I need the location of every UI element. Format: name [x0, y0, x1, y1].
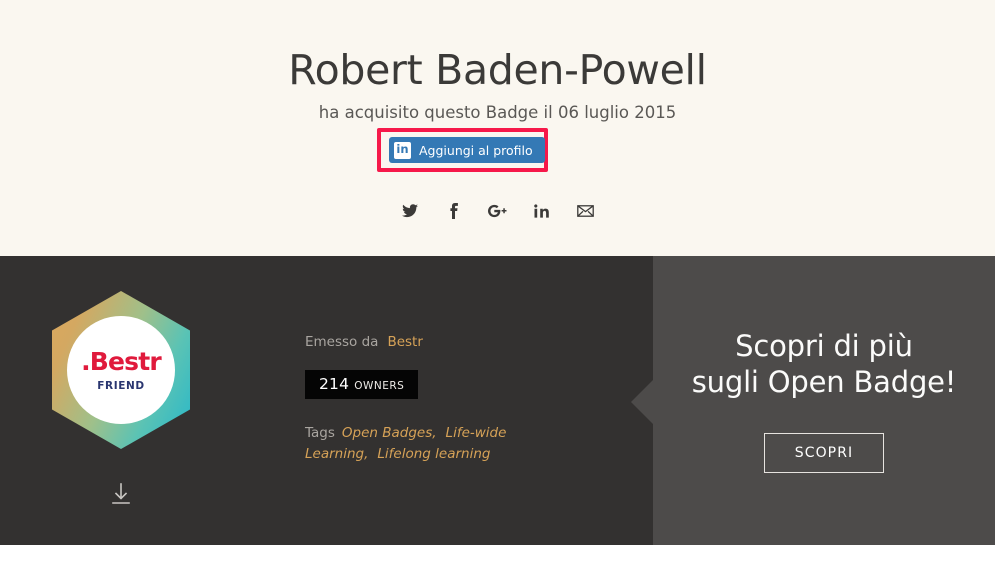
issuer-link[interactable]: Bestr: [387, 334, 422, 350]
badge-page: Robert Baden-Powell ha acquisito questo …: [0, 0, 995, 564]
download-icon[interactable]: [107, 480, 135, 508]
badge-level-text: FRIEND: [97, 379, 145, 392]
twitter-icon[interactable]: [399, 198, 421, 224]
panel-notch-arrow: [631, 380, 653, 424]
promo-panel: Scopri di più sugli Open Badge! SCOPRI: [653, 256, 995, 545]
badge-image[interactable]: .Bestr FRIEND: [52, 291, 190, 449]
social-share-row: [0, 198, 995, 224]
promo-title: Scopri di più sugli Open Badge!: [691, 328, 957, 401]
add-to-linkedin-profile-button[interactable]: in Aggiungi al profilo: [389, 137, 545, 163]
tags-row: Tags Open Badges, Life-wide Learning, Lifel…: [305, 423, 625, 465]
issued-by-row: Emesso da Bestr: [305, 334, 625, 350]
promo-title-line-1: Scopri di più: [735, 328, 913, 363]
badge-brand-text: .Bestr: [81, 346, 162, 376]
promo-title-line-2: sugli Open Badge!: [691, 365, 957, 399]
badge-detail-panel: .Bestr FRIEND Emesso da Bestr 214 OWNERS: [0, 256, 653, 545]
tag-link[interactable]: Lifelong learning: [377, 446, 490, 462]
badge-meta: Emesso da Bestr 214 OWNERS Tags Open Badg…: [305, 334, 625, 465]
promo-content: Scopri di più sugli Open Badge! SCOPRI: [653, 256, 995, 545]
tags-label: Tags: [305, 425, 335, 441]
issued-by-label: Emesso da: [305, 334, 379, 350]
google-plus-icon[interactable]: [487, 198, 509, 224]
email-icon[interactable]: [575, 198, 597, 224]
discover-button[interactable]: SCOPRI: [763, 433, 885, 474]
owners-count: 214: [319, 375, 350, 393]
linkedin-icon: in: [394, 141, 411, 159]
owners-badge[interactable]: 214 OWNERS: [305, 370, 419, 399]
tag-link[interactable]: Open Badges,: [342, 425, 437, 441]
owners-label: OWNERS: [354, 380, 405, 392]
acquired-subtitle: ha acquisito questo Badge il 06 luglio 2…: [318, 103, 677, 123]
badge-inner-circle: .Bestr FRIEND: [67, 316, 175, 424]
linkedin-share-icon[interactable]: [531, 198, 553, 224]
linkedin-button-label: Aggiungi al profilo: [419, 142, 533, 158]
detail-panels: .Bestr FRIEND Emesso da Bestr 214 OWNERS: [0, 256, 995, 545]
page-title: Robert Baden-Powell: [288, 46, 707, 94]
facebook-icon[interactable]: [443, 198, 465, 224]
